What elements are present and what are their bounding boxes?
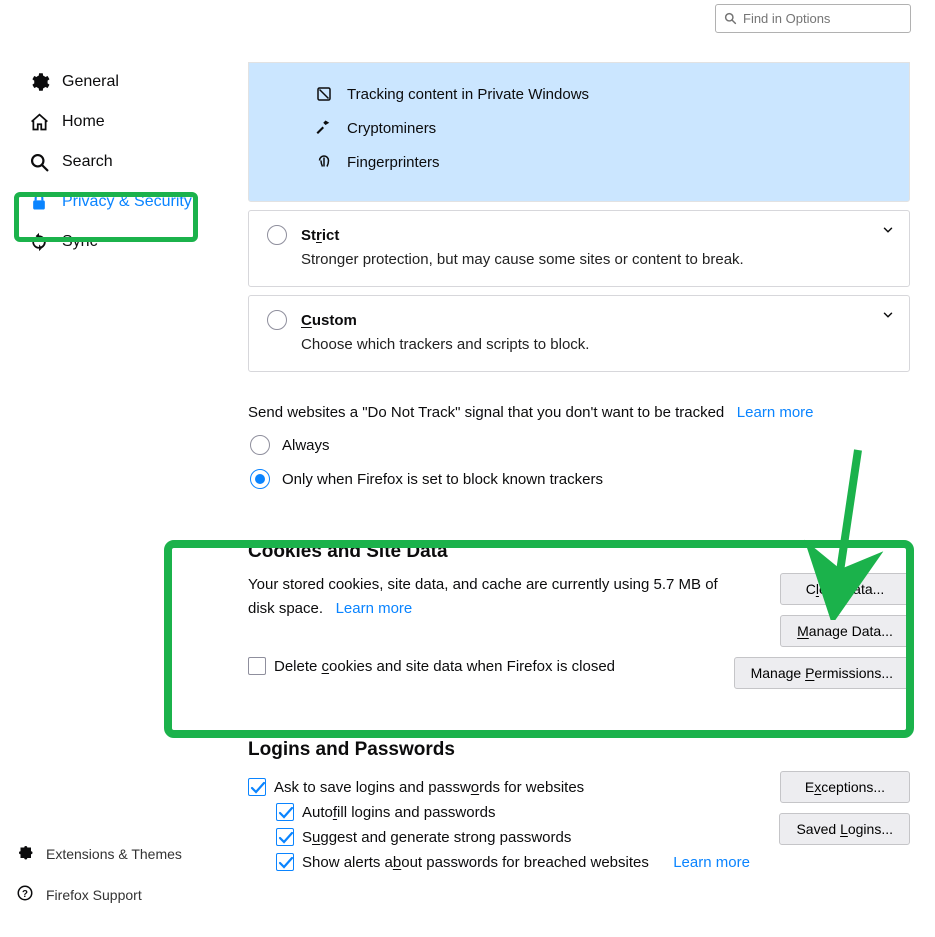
sidebar-item-label: Search bbox=[62, 153, 113, 171]
footer-support[interactable]: ? Firefox Support bbox=[16, 884, 182, 905]
dnt-always-radio[interactable] bbox=[250, 435, 270, 455]
search-icon bbox=[724, 12, 737, 25]
lock-icon bbox=[28, 191, 50, 213]
search-box[interactable] bbox=[715, 4, 911, 33]
cryptominer-icon bbox=[315, 119, 333, 137]
custom-desc: Choose which trackers and scripts to blo… bbox=[301, 336, 891, 353]
fingerprinter-icon bbox=[315, 153, 333, 171]
ask-save-label: Ask to save logins and passwords for web… bbox=[274, 779, 584, 796]
feature-label: Tracking content in Private Windows bbox=[347, 86, 589, 103]
custom-card[interactable]: Custom Choose which trackers and scripts… bbox=[248, 295, 910, 372]
clear-data-button[interactable]: Clear Data... bbox=[780, 573, 910, 605]
footer-extensions[interactable]: Extensions & Themes bbox=[16, 843, 182, 864]
search-input[interactable] bbox=[743, 11, 902, 26]
strict-desc: Stronger protection, but may cause some … bbox=[301, 251, 891, 268]
delete-on-close-checkbox[interactable] bbox=[248, 657, 266, 675]
dnt-onlywhen-label: Only when Firefox is set to block known … bbox=[282, 471, 603, 488]
saved-logins-button[interactable]: Saved Logins... bbox=[779, 813, 910, 845]
breached-label: Show alerts about passwords for breached… bbox=[302, 854, 649, 871]
autofill-label: Autofill logins and passwords bbox=[302, 804, 495, 821]
suggest-checkbox[interactable] bbox=[276, 828, 294, 846]
main-content: Tracking content in Private Windows Cryp… bbox=[248, 62, 910, 878]
cookies-heading: Cookies and Site Data bbox=[248, 541, 910, 563]
custom-radio[interactable] bbox=[267, 310, 287, 330]
strict-title: Strict bbox=[301, 227, 339, 244]
sidebar-item-search[interactable]: Search bbox=[14, 142, 214, 182]
sidebar-item-privacy[interactable]: Privacy & Security bbox=[14, 182, 214, 222]
tracking-icon bbox=[315, 85, 333, 103]
manage-data-button[interactable]: Manage Data... bbox=[780, 615, 910, 647]
chevron-down-icon[interactable] bbox=[881, 308, 895, 326]
standard-protection-card: Tracking content in Private Windows Cryp… bbox=[248, 62, 910, 202]
dnt-always-label: Always bbox=[282, 437, 330, 454]
strict-radio[interactable] bbox=[267, 225, 287, 245]
footer-label: Extensions & Themes bbox=[46, 846, 182, 862]
autofill-checkbox[interactable] bbox=[276, 803, 294, 821]
feature-label: Cryptominers bbox=[347, 120, 436, 137]
manage-permissions-button[interactable]: Manage Permissions... bbox=[734, 657, 910, 689]
feature-label: Fingerprinters bbox=[347, 154, 440, 171]
svg-text:?: ? bbox=[22, 889, 28, 900]
suggest-label: Suggest and generate strong passwords bbox=[302, 829, 571, 846]
gear-icon bbox=[28, 71, 50, 93]
strict-card[interactable]: Strict Stronger protection, but may caus… bbox=[248, 210, 910, 287]
chevron-down-icon[interactable] bbox=[881, 223, 895, 241]
logins-section: Logins and Passwords Ask to save logins … bbox=[248, 739, 910, 878]
dnt-learn-more-link[interactable]: Learn more bbox=[737, 404, 814, 421]
home-icon bbox=[28, 111, 50, 133]
dnt-section: Send websites a "Do Not Track" signal th… bbox=[248, 404, 910, 489]
breached-learn-more-link[interactable]: Learn more bbox=[673, 854, 750, 871]
cookies-learn-more-link[interactable]: Learn more bbox=[336, 600, 413, 617]
search-icon bbox=[28, 151, 50, 173]
exceptions-button[interactable]: Exceptions... bbox=[780, 771, 910, 803]
ask-save-checkbox[interactable] bbox=[248, 778, 266, 796]
sidebar-item-label: Privacy & Security bbox=[62, 193, 192, 211]
dnt-onlywhen-radio[interactable] bbox=[250, 469, 270, 489]
sidebar-item-label: Sync bbox=[62, 233, 98, 251]
sidebar-item-label: Home bbox=[62, 113, 105, 131]
delete-on-close-label: Delete cookies and site data when Firefo… bbox=[274, 658, 615, 675]
sidebar-item-general[interactable]: General bbox=[14, 62, 214, 102]
sidebar-item-home[interactable]: Home bbox=[14, 102, 214, 142]
logins-heading: Logins and Passwords bbox=[248, 739, 910, 761]
puzzle-icon bbox=[16, 843, 34, 864]
sidebar: General Home Search Privacy & Security S… bbox=[14, 62, 214, 262]
breached-checkbox[interactable] bbox=[276, 853, 294, 871]
sync-icon bbox=[28, 231, 50, 253]
footer-label: Firefox Support bbox=[46, 887, 142, 903]
sidebar-item-sync[interactable]: Sync bbox=[14, 222, 214, 262]
cookies-section: Cookies and Site Data Your stored cookie… bbox=[248, 541, 910, 689]
cookies-description: Your stored cookies, site data, and cach… bbox=[248, 573, 722, 621]
footer-links: Extensions & Themes ? Firefox Support bbox=[16, 843, 182, 905]
sidebar-item-label: General bbox=[62, 73, 119, 91]
help-icon: ? bbox=[16, 884, 34, 905]
dnt-description: Send websites a "Do Not Track" signal th… bbox=[248, 404, 724, 421]
custom-title: Custom bbox=[301, 312, 357, 329]
